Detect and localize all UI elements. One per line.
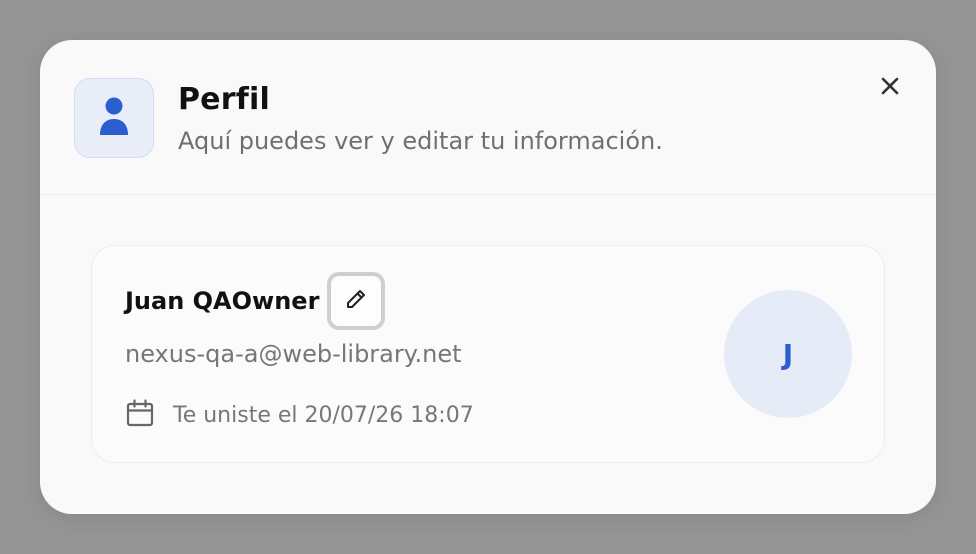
- avatar: J: [724, 290, 852, 418]
- calendar-icon: [125, 398, 155, 432]
- join-date-text: Te uniste el 20/07/26 18:07: [173, 402, 474, 428]
- modal-header: Perfil Aquí puedes ver y editar tu infor…: [40, 40, 936, 195]
- pencil-icon: [344, 287, 368, 315]
- close-button[interactable]: [878, 76, 902, 100]
- user-email: nexus-qa-a@web-library.net: [125, 340, 462, 368]
- profile-modal: Perfil Aquí puedes ver y editar tu infor…: [40, 40, 936, 514]
- close-icon: [880, 76, 900, 100]
- join-date-row: Te uniste el 20/07/26 18:07: [125, 398, 474, 432]
- name-row: Juan QAOwner: [125, 272, 386, 330]
- edit-name-button[interactable]: [327, 272, 386, 330]
- modal-subtitle: Aquí puedes ver y editar tu información.: [178, 127, 663, 155]
- user-name: Juan QAOwner: [125, 287, 320, 315]
- user-icon: [99, 97, 129, 139]
- profile-card: Juan QAOwner nexus-qa-a@web-library.net: [91, 245, 885, 463]
- modal-title: Perfil: [178, 82, 270, 117]
- header-icon-box: [74, 78, 154, 158]
